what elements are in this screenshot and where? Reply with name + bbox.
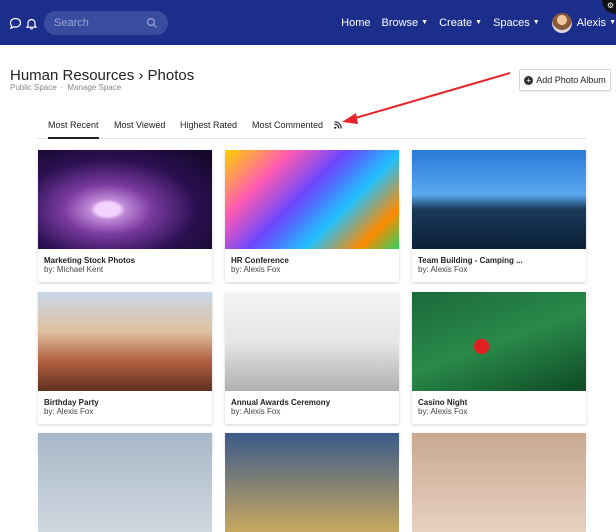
search-box[interactable] (44, 11, 168, 35)
tab-highest-rated[interactable]: Highest Rated (180, 120, 237, 130)
search-input[interactable] (54, 17, 144, 29)
bell-icon[interactable] (24, 16, 38, 30)
nav-home[interactable]: Home (341, 17, 370, 29)
album-card[interactable]: Birthday Party by: Alexis Fox (38, 292, 212, 424)
plus-icon: + (524, 75, 534, 85)
album-cover-image[interactable] (225, 150, 399, 249)
caret-down-icon: ▼ (475, 19, 483, 26)
user-name: Alexis (576, 16, 607, 29)
album-name[interactable]: HR Conference (231, 256, 289, 265)
album-cover-image[interactable] (412, 433, 586, 532)
nav-create-label: Create (439, 16, 473, 29)
caret-down-icon: ▼ (609, 19, 616, 26)
album-card-partial[interactable] (225, 433, 399, 532)
album-author: by: Michael Kent (44, 265, 104, 274)
sort-tabs: Most Recent Most Viewed Highest Rated Mo… (37, 113, 586, 139)
caret-down-icon: ▼ (421, 19, 429, 26)
top-navigation-bar: Home Browse▼ Create▼ Spaces▼ Alexis▼ ⚙ (0, 0, 616, 45)
chat-icon[interactable] (8, 16, 22, 30)
album-author: by: Alexis Fox (231, 407, 281, 416)
nav-create[interactable]: Create ▼ (439, 17, 482, 29)
tab-most-commented[interactable]: Most Commented (252, 120, 323, 130)
album-cover-image[interactable] (225, 433, 399, 532)
main-nav: Home Browse ▼ Create ▼ Spaces ▼ Alexis ▼ (330, 0, 616, 45)
album-name[interactable]: Team Building - Camping ... (418, 256, 523, 265)
album-cover-image[interactable] (412, 150, 586, 249)
nav-browse[interactable]: Browse ▼ (381, 17, 428, 29)
caret-down-icon: ▼ (532, 19, 540, 26)
public-space-link[interactable]: Public Space (10, 83, 57, 92)
album-cover-image[interactable] (225, 292, 399, 391)
tab-most-viewed[interactable]: Most Viewed (114, 120, 165, 130)
page-title: Human Resources › Photos (10, 67, 195, 84)
album-card[interactable]: Marketing Stock Photos by: Michael Kent (38, 150, 212, 282)
album-card[interactable]: HR Conference by: Alexis Fox (225, 150, 399, 282)
album-name[interactable]: Marketing Stock Photos (44, 256, 135, 265)
manage-space-link[interactable]: Manage Space (67, 83, 121, 92)
album-name[interactable]: Annual Awards Ceremony (231, 398, 330, 407)
album-cover-image[interactable] (38, 433, 212, 532)
nav-spaces[interactable]: Spaces ▼ (493, 17, 540, 29)
nav-spaces-label: Spaces (493, 16, 530, 29)
album-name[interactable]: Birthday Party (44, 398, 99, 407)
album-author: by: Alexis Fox (418, 265, 468, 274)
avatar (551, 12, 572, 33)
search-icon[interactable] (146, 16, 158, 34)
album-cover-image[interactable] (38, 292, 212, 391)
album-name[interactable]: Casino Night (418, 398, 467, 407)
album-author: by: Alexis Fox (44, 407, 94, 416)
album-card[interactable]: Team Building - Camping ... by: Alexis F… (412, 150, 586, 282)
breadcrumb: Public Space · Manage Space (10, 83, 121, 92)
album-author: by: Alexis Fox (418, 407, 468, 416)
album-card[interactable]: Annual Awards Ceremony by: Alexis Fox (225, 292, 399, 424)
album-card-partial[interactable] (38, 433, 212, 532)
album-cover-image[interactable] (412, 292, 586, 391)
album-card-partial[interactable] (412, 433, 586, 532)
album-cover-image[interactable] (38, 150, 212, 249)
nav-browse-label: Browse (381, 16, 419, 29)
user-menu[interactable]: Alexis ▼ (551, 12, 616, 33)
album-author: by: Alexis Fox (231, 265, 281, 274)
rss-feed-icon[interactable] (334, 121, 342, 131)
album-card[interactable]: Casino Night by: Alexis Fox (412, 292, 586, 424)
breadcrumb-separator: · (60, 83, 64, 92)
add-photo-album-label: Add Photo Album (536, 75, 606, 85)
add-photo-album-button[interactable]: + Add Photo Album (519, 69, 611, 91)
tab-most-recent[interactable]: Most Recent (48, 120, 99, 139)
nav-home-label: Home (341, 16, 371, 29)
